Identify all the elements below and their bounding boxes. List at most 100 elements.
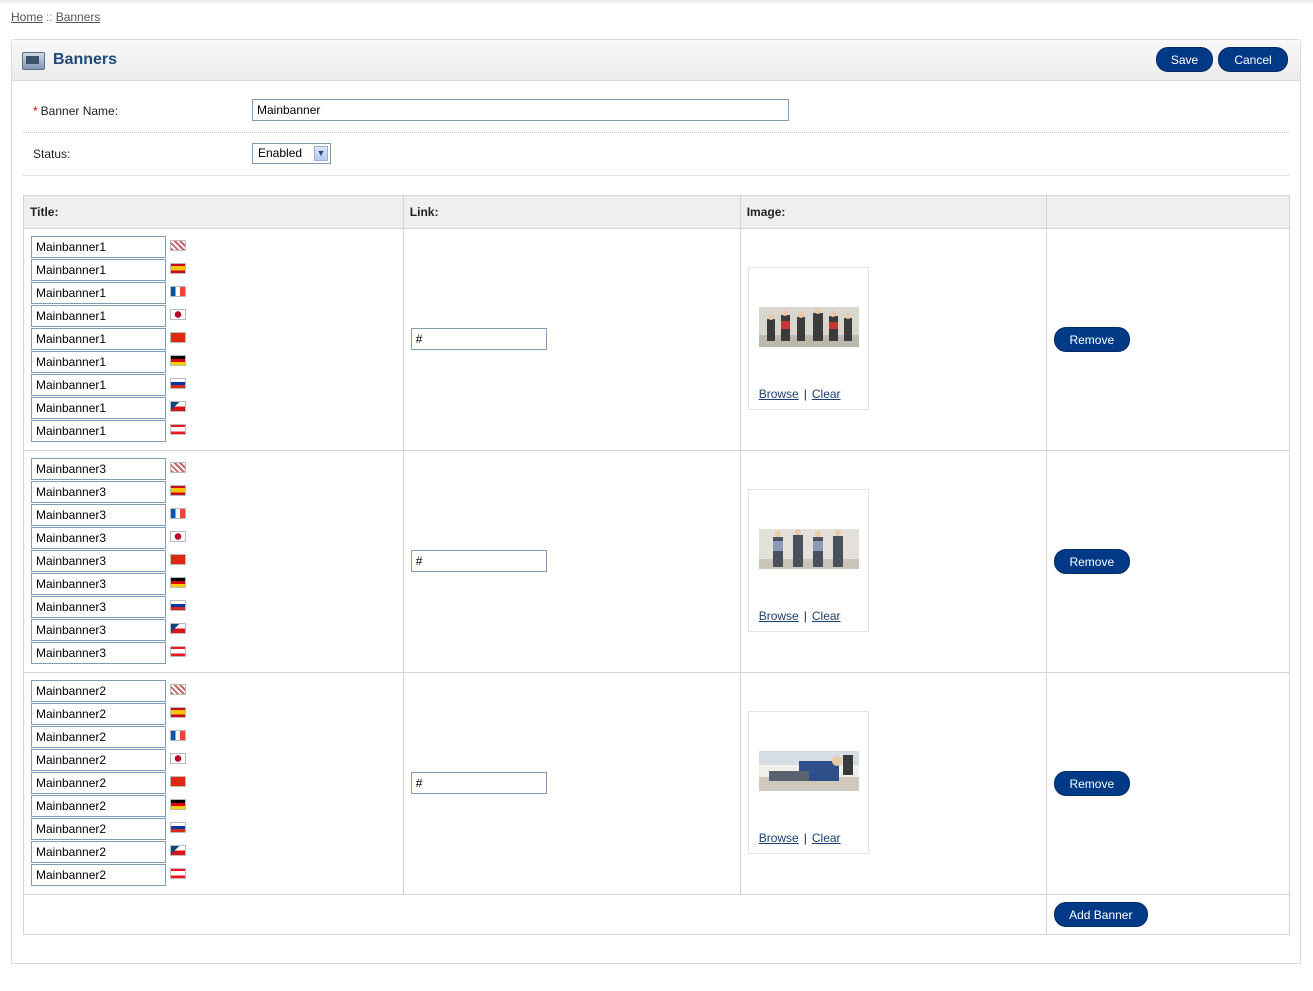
- status-select[interactable]: Enabled ▼: [252, 143, 331, 164]
- image-actions: Browse | Clear: [759, 609, 841, 623]
- spanish-flag-icon: [170, 485, 186, 496]
- japanese-flag-icon: [170, 531, 186, 542]
- banner-link-input[interactable]: #: [410, 772, 547, 794]
- banner-title-input[interactable]: Mainbanner1: [31, 259, 166, 281]
- lebanese-flag-icon: [170, 868, 186, 879]
- french-flag-icon: [170, 508, 186, 519]
- browse-link[interactable]: Browse: [759, 831, 799, 845]
- banner-title-input[interactable]: Mainbanner3: [31, 550, 166, 572]
- remove-button[interactable]: Remove: [1053, 549, 1130, 574]
- banner-titles-cell: Mainbanner1 Mainbanner1 Mainbanner1 Mainban…: [23, 228, 404, 451]
- spanish-flag-icon: [170, 707, 186, 718]
- add-banner-button[interactable]: Add Banner: [1053, 902, 1148, 927]
- banner-title-input[interactable]: Mainbanner2: [31, 749, 166, 771]
- browse-link[interactable]: Browse: [759, 387, 799, 401]
- banner-title-input[interactable]: Mainbanner1: [31, 305, 166, 327]
- russian-flag-icon: [170, 822, 186, 833]
- banner-title-input[interactable]: Mainbanner3: [31, 596, 166, 618]
- banner-title-input[interactable]: Mainbanner2: [31, 703, 166, 725]
- banner-titles-cell: Mainbanner3 Mainbanner3 Mainbanner3 Mainban…: [23, 450, 404, 673]
- banner-title-input[interactable]: Mainbanner1: [31, 374, 166, 396]
- banner-title-input[interactable]: Mainbanner2: [31, 864, 166, 886]
- banner-row: Mainbanner2 Mainbanner2 Mainbanner2 Mainban…: [23, 672, 1291, 895]
- top-shadow: [0, 0, 1313, 5]
- link-separator: |: [803, 387, 807, 401]
- banner-title-input[interactable]: Mainbanner1: [31, 420, 166, 442]
- title-column-header: Title:: [23, 195, 404, 229]
- clear-link[interactable]: Clear: [812, 831, 841, 845]
- breadcrumb-banners-link[interactable]: Banners: [56, 10, 101, 24]
- remove-button[interactable]: Remove: [1053, 771, 1130, 796]
- banner-image-cell: Browse | Clear: [739, 672, 1047, 895]
- banner-title-input[interactable]: Mainbanner3: [31, 573, 166, 595]
- image-preview-box: Browse | Clear: [747, 267, 869, 410]
- image-preview-box: Browse | Clear: [747, 711, 869, 854]
- russian-flag-icon: [170, 378, 186, 389]
- cancel-button[interactable]: Cancel: [1218, 47, 1288, 72]
- clear-link[interactable]: Clear: [812, 387, 841, 401]
- status-row: Status:: [23, 132, 1289, 176]
- breadcrumb-home-link[interactable]: Home: [11, 10, 43, 24]
- banner-link-cell: #: [402, 672, 741, 895]
- banner-title-input[interactable]: Mainbanner1: [31, 397, 166, 419]
- banners-table: Title: Link: Image: Mainbanner1 Mainbanne…: [23, 195, 1291, 935]
- remove-button[interactable]: Remove: [1053, 327, 1130, 352]
- banner-title-input[interactable]: Mainbanner1: [31, 328, 166, 350]
- banner-thumbnail: [758, 307, 859, 347]
- german-flag-icon: [170, 577, 186, 588]
- banner-title-input[interactable]: Mainbanner2: [31, 726, 166, 748]
- banner-title-input[interactable]: Mainbanner1: [31, 351, 166, 373]
- banner-title-input[interactable]: Mainbanner3: [31, 619, 166, 641]
- banner-title-input[interactable]: Mainbanner3: [31, 642, 166, 664]
- banner-icon: [22, 52, 45, 70]
- banner-link-input[interactable]: #: [410, 550, 547, 572]
- russian-flag-icon: [170, 600, 186, 611]
- banner-title-input[interactable]: Mainbanner2: [31, 841, 166, 863]
- banners-panel: Banners Save Cancel * Banner Name: Mainba…: [11, 39, 1301, 964]
- banner-title-input[interactable]: Mainbanner2: [31, 795, 166, 817]
- banner-title-input[interactable]: Mainbanner2: [31, 818, 166, 840]
- french-flag-icon: [170, 286, 186, 297]
- clear-link[interactable]: Clear: [812, 609, 841, 623]
- banner-title-input[interactable]: Mainbanner3: [31, 458, 166, 480]
- browse-link[interactable]: Browse: [759, 609, 799, 623]
- banner-title-input[interactable]: Mainbanner3: [31, 504, 166, 526]
- lebanese-flag-icon: [170, 424, 186, 435]
- banner-link-input[interactable]: #: [410, 328, 547, 350]
- link-separator: |: [803, 609, 807, 623]
- chevron-down-icon[interactable]: ▼: [314, 146, 328, 161]
- banner-link-cell: #: [402, 228, 741, 451]
- image-column-header: Image:: [739, 195, 1047, 229]
- status-selected-value: Enabled: [258, 146, 303, 160]
- banner-name-input[interactable]: Mainbanner: [252, 99, 789, 121]
- save-button[interactable]: Save: [1156, 47, 1213, 72]
- required-marker: *: [33, 104, 38, 118]
- breadcrumb-separator: ::: [46, 10, 53, 24]
- german-flag-icon: [170, 355, 186, 366]
- banner-title-input[interactable]: Mainbanner1: [31, 236, 166, 258]
- add-banner-cell: Add Banner: [1045, 894, 1291, 935]
- banner-title-input[interactable]: Mainbanner1: [31, 282, 166, 304]
- banner-titles-cell: Mainbanner2 Mainbanner2 Mainbanner2 Mainban…: [23, 672, 404, 895]
- banner-title-input[interactable]: Mainbanner3: [31, 481, 166, 503]
- banner-title-input[interactable]: Mainbanner2: [31, 680, 166, 702]
- banner-name-label: * Banner Name:: [33, 104, 119, 118]
- banner-thumbnail: [758, 529, 859, 569]
- japanese-flag-icon: [170, 753, 186, 764]
- chinese-flag-icon: [170, 776, 186, 787]
- banner-row: Mainbanner1 Mainbanner1 Mainbanner1 Mainban…: [23, 228, 1291, 451]
- spanish-flag-icon: [170, 263, 186, 274]
- image-actions: Browse | Clear: [759, 387, 841, 401]
- german-flag-icon: [170, 799, 186, 810]
- banner-action-cell: Remove: [1045, 228, 1291, 451]
- french-flag-icon: [170, 730, 186, 741]
- page-title: Banners: [53, 51, 118, 68]
- link-separator: |: [803, 831, 807, 845]
- lebanese-flag-icon: [170, 646, 186, 657]
- image-actions: Browse | Clear: [759, 831, 841, 845]
- banner-image-cell: Browse | Clear: [739, 228, 1047, 451]
- status-label: Status:: [33, 147, 71, 161]
- banner-title-input[interactable]: Mainbanner2: [31, 772, 166, 794]
- image-preview-box: Browse | Clear: [747, 489, 869, 632]
- banner-title-input[interactable]: Mainbanner3: [31, 527, 166, 549]
